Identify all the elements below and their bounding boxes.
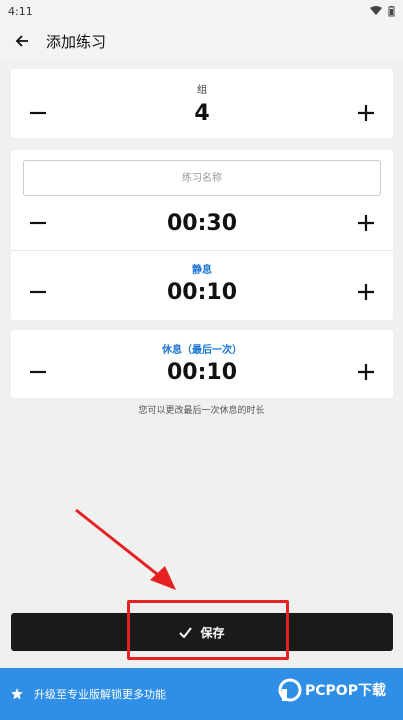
- plus-icon: [358, 215, 374, 231]
- minus-icon: [30, 290, 46, 294]
- final-rest-hint: 您可以更改最后一次休息的时长: [138, 406, 265, 416]
- minus-icon: [30, 370, 46, 374]
- plus-icon: [358, 284, 374, 300]
- star-icon: [11, 688, 23, 700]
- status-bar: 4:11: [0, 0, 403, 22]
- minus-icon: [30, 111, 46, 115]
- arrow-left-icon: [15, 35, 28, 47]
- upgrade-banner-text: 升级至专业版解锁更多功能: [34, 688, 166, 701]
- sets-card: 组 4: [11, 69, 393, 138]
- page-title: 添加练习: [46, 32, 107, 51]
- plus-icon: [358, 105, 374, 121]
- exercise-name-input[interactable]: [23, 160, 381, 196]
- final-rest-increment-button[interactable]: [353, 359, 379, 385]
- rest-decrement-button[interactable]: [25, 279, 51, 305]
- battery-icon: [388, 5, 395, 16]
- back-button[interactable]: [10, 29, 34, 53]
- divider: [11, 250, 393, 251]
- sets-increment-button[interactable]: [353, 100, 379, 126]
- sets-value: 4: [194, 100, 210, 126]
- plus-icon: [358, 364, 374, 380]
- watermark-text: PCPOP下载: [305, 683, 386, 699]
- rest-value: 00:10: [166, 279, 238, 305]
- exercise-card: 00:30 静息 00:10: [11, 150, 393, 320]
- rest-stepper: 00:10: [11, 272, 393, 312]
- final-rest-value: 00:10: [166, 359, 238, 385]
- sets-stepper: 4: [11, 93, 393, 133]
- duration-increment-button[interactable]: [353, 210, 379, 236]
- wifi-icon: [370, 6, 382, 15]
- status-icons: [370, 5, 395, 17]
- sets-decrement-button[interactable]: [25, 100, 51, 126]
- rest-increment-button[interactable]: [353, 279, 379, 305]
- save-button-label: 保存: [200, 625, 225, 640]
- minus-icon: [30, 221, 46, 225]
- status-time: 4:11: [8, 4, 33, 18]
- duration-value: 00:30: [166, 210, 238, 236]
- app-bar: 添加练习: [0, 22, 403, 60]
- watermark: PCPOP下载: [278, 678, 386, 702]
- check-icon: [179, 626, 193, 638]
- duration-stepper: 00:30: [11, 203, 393, 243]
- save-button[interactable]: 保存: [11, 613, 393, 651]
- duration-decrement-button[interactable]: [25, 210, 51, 236]
- watermark-logo-icon: [278, 678, 302, 702]
- final-rest-stepper: 00:10: [11, 352, 393, 392]
- final-rest-card: 休息（最后一次） 00:10: [11, 330, 393, 398]
- final-rest-decrement-button[interactable]: [25, 359, 51, 385]
